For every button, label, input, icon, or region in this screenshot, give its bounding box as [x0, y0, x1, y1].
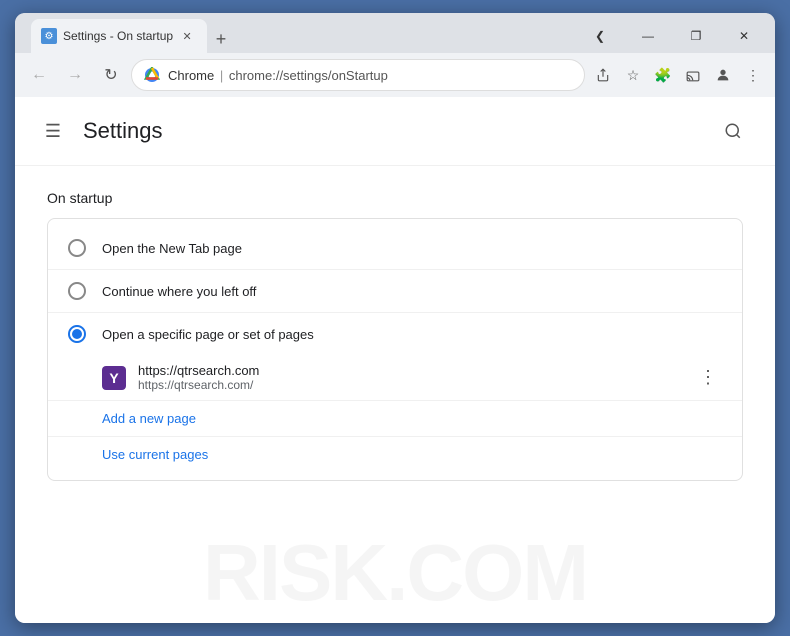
- settings-header: ☰ Settings: [15, 97, 775, 166]
- tab-bar: ⚙ Settings - On startup ✕ +: [23, 19, 573, 53]
- bookmark-button[interactable]: ☆: [619, 61, 647, 89]
- radio-label-newtab: Open the New Tab page: [102, 241, 242, 256]
- tab-favicon: ⚙: [41, 28, 57, 44]
- chevron-down-button[interactable]: ❮: [577, 21, 623, 51]
- settings-title-area: ☰ Settings: [39, 117, 163, 145]
- radio-circle-specific: [68, 325, 86, 343]
- address-brand: Chrome: [168, 68, 214, 83]
- radio-label-continue: Continue where you left off: [102, 284, 256, 299]
- title-bar: ⚙ Settings - On startup ✕ + ❮ — ❐ ✕: [15, 13, 775, 53]
- page-url-sub: https://qtrsearch.com/: [138, 378, 682, 392]
- cast-button[interactable]: [679, 61, 707, 89]
- page-url-main: https://qtrsearch.com: [138, 363, 682, 378]
- profile-button[interactable]: [709, 61, 737, 89]
- navigation-bar: ← → ↻ Chrome | chrome://settings/onStart…: [15, 53, 775, 97]
- new-tab-button[interactable]: +: [207, 25, 235, 53]
- window-controls: ❮ — ❐ ✕: [577, 21, 767, 51]
- extensions-button[interactable]: 🧩: [649, 61, 677, 89]
- address-path: chrome://settings/onStartup: [229, 68, 388, 83]
- radio-circle-continue: [68, 282, 86, 300]
- minimize-button[interactable]: —: [625, 21, 671, 51]
- tab-title: Settings - On startup: [63, 29, 173, 43]
- page-more-button[interactable]: ⋮: [694, 364, 722, 392]
- settings-body: On startup Open the New Tab page Continu…: [15, 166, 775, 505]
- options-card: Open the New Tab page Continue where you…: [47, 218, 743, 481]
- tab-close-button[interactable]: ✕: [179, 28, 195, 44]
- address-bar[interactable]: Chrome | chrome://settings/onStartup: [131, 59, 585, 91]
- maximize-button[interactable]: ❐: [673, 21, 719, 51]
- page-info: https://qtrsearch.com https://qtrsearch.…: [138, 363, 682, 392]
- chrome-logo-icon: [144, 67, 160, 83]
- radio-option-specific[interactable]: Open a specific page or set of pages: [48, 313, 742, 355]
- back-button[interactable]: ←: [23, 59, 55, 91]
- hamburger-menu-button[interactable]: ☰: [39, 117, 67, 145]
- settings-search-button[interactable]: [715, 113, 751, 149]
- radio-circle-newtab: [68, 239, 86, 257]
- watermark: RISK.COM: [15, 523, 775, 623]
- share-button[interactable]: [589, 61, 617, 89]
- radio-option-continue[interactable]: Continue where you left off: [48, 270, 742, 312]
- forward-button[interactable]: →: [59, 59, 91, 91]
- address-text: Chrome | chrome://settings/onStartup: [168, 68, 572, 83]
- more-options-button[interactable]: ⋮: [739, 61, 767, 89]
- page-title: Settings: [83, 118, 163, 144]
- add-new-page-button[interactable]: Add a new page: [48, 401, 216, 436]
- section-title: On startup: [47, 190, 743, 206]
- nav-actions: ☆ 🧩 ⋮: [589, 61, 767, 89]
- radio-option-newtab[interactable]: Open the New Tab page: [48, 227, 742, 269]
- refresh-button[interactable]: ↻: [95, 59, 127, 91]
- close-button[interactable]: ✕: [721, 21, 767, 51]
- page-favicon: Y: [102, 366, 126, 390]
- radio-label-specific: Open a specific page or set of pages: [102, 327, 314, 342]
- page-entry: Y https://qtrsearch.com https://qtrsearc…: [48, 355, 742, 400]
- active-tab[interactable]: ⚙ Settings - On startup ✕: [31, 19, 207, 53]
- use-current-pages-button[interactable]: Use current pages: [48, 437, 228, 472]
- browser-window: ⚙ Settings - On startup ✕ + ❮ — ❐ ✕ ← → …: [15, 13, 775, 623]
- address-separator: |: [220, 68, 227, 83]
- page-content: ☰ Settings On startup Open the New Tab p…: [15, 97, 775, 623]
